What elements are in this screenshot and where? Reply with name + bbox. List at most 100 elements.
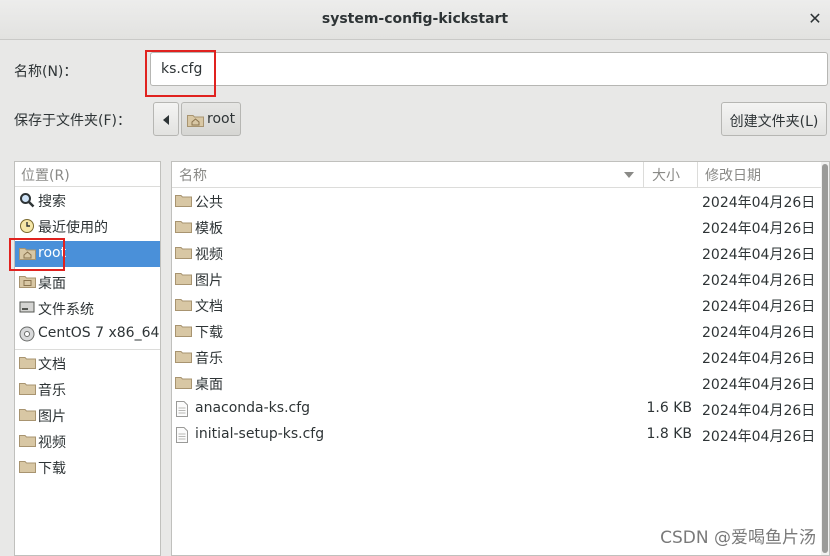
- text-file-icon: [176, 401, 188, 417]
- highlight-box-root: [9, 238, 65, 271]
- table-row[interactable]: 桌面 2024年04月26日: [172, 370, 822, 396]
- close-icon[interactable]: ✕: [806, 10, 824, 28]
- table-row[interactable]: 视频 2024年04月26日: [172, 240, 822, 266]
- chevron-left-icon: [163, 115, 169, 125]
- file-modified: 2024年04月26日: [702, 221, 816, 237]
- file-modified: 2024年04月26日: [702, 351, 816, 367]
- file-modified: 2024年04月26日: [702, 429, 816, 445]
- folder-icon: [19, 461, 36, 473]
- filename-input[interactable]: ks.cfg: [150, 52, 828, 86]
- file-modified: 2024年04月26日: [702, 273, 816, 289]
- table-row[interactable]: 公共 2024年04月26日: [172, 188, 822, 214]
- file-modified: 2024年04月26日: [702, 247, 816, 263]
- folder-icon: [19, 409, 36, 421]
- sidebar-item-search[interactable]: 搜索: [15, 187, 160, 213]
- folder-icon: [175, 351, 192, 363]
- file-list: 名称 大小 修改日期 公共 2024年04月26日 模板 2024年04月26日…: [171, 161, 830, 556]
- sidebar-item-label: 视频: [38, 435, 66, 451]
- highlight-box-filename: [145, 50, 216, 97]
- sidebar-item-label: 下载: [38, 461, 66, 477]
- file-name: 文档: [195, 299, 223, 315]
- table-row[interactable]: initial-setup-ks.cfg 1.8 KB 2024年04月26日: [172, 422, 822, 448]
- file-name: 音乐: [195, 351, 223, 367]
- file-modified: 2024年04月26日: [702, 403, 816, 419]
- path-root-label: root: [207, 111, 236, 127]
- file-modified: 2024年04月26日: [702, 299, 816, 315]
- scrollbar-thumb[interactable]: [822, 164, 828, 553]
- file-name: 桌面: [195, 377, 223, 393]
- sidebar-item-music[interactable]: 音乐: [15, 376, 160, 402]
- sidebar-item-label: 搜索: [38, 194, 66, 210]
- sidebar-item-desktop[interactable]: 桌面: [15, 269, 160, 295]
- sidebar-item-label: 文档: [38, 357, 66, 373]
- sidebar-item-label: CentOS 7 x86_64: [38, 325, 160, 341]
- sidebar-item-label: 桌面: [38, 276, 66, 292]
- sidebar-item-label: 最近使用的: [38, 220, 108, 236]
- scrollbar[interactable]: [821, 162, 829, 555]
- file-list-header: 名称 大小 修改日期: [172, 162, 822, 188]
- text-file-icon: [176, 427, 188, 443]
- file-name: 公共: [195, 195, 223, 211]
- file-name: anaconda-ks.cfg: [195, 400, 311, 416]
- folder-icon: [19, 357, 36, 369]
- sidebar-item-downloads[interactable]: 下载: [15, 454, 160, 480]
- home-folder-icon: [187, 115, 204, 127]
- sidebar-item-documents[interactable]: 文档: [15, 350, 160, 376]
- sort-descending-icon: [624, 172, 634, 178]
- column-header-modified[interactable]: 修改日期: [705, 165, 761, 185]
- table-row[interactable]: 音乐 2024年04月26日: [172, 344, 822, 370]
- table-row[interactable]: 下载 2024年04月26日: [172, 318, 822, 344]
- column-divider: [697, 162, 698, 187]
- watermark: CSDN @爱喝鱼片汤: [660, 528, 816, 548]
- path-back-button[interactable]: [153, 102, 179, 136]
- folder-icon: [175, 299, 192, 311]
- column-header-name[interactable]: 名称: [179, 165, 207, 185]
- places-sidebar: 位置(R) 搜索 最近使用的 root 桌面 文件系统 CentOS 7 x86…: [14, 161, 161, 556]
- drive-icon: [19, 301, 35, 313]
- search-icon: [20, 193, 35, 208]
- file-name: initial-setup-ks.cfg: [195, 426, 325, 442]
- sidebar-item-label: 图片: [38, 409, 66, 425]
- sidebar-item-label: 文件系统: [38, 302, 94, 318]
- table-row[interactable]: 图片 2024年04月26日: [172, 266, 822, 292]
- sidebar-item-label: 音乐: [38, 383, 66, 399]
- table-row[interactable]: 文档 2024年04月26日: [172, 292, 822, 318]
- file-modified: 2024年04月26日: [702, 195, 816, 211]
- create-folder-label: 创建文件夹(L): [729, 114, 819, 130]
- title-bar: system-config-kickstart ✕: [0, 0, 830, 40]
- file-size: 1.8 KB: [646, 426, 693, 442]
- places-header: 位置(R): [21, 168, 70, 184]
- name-label: 名称(N)：: [14, 64, 78, 80]
- folder-icon: [175, 325, 192, 337]
- disc-icon: [19, 326, 35, 342]
- sidebar-item-centos[interactable]: CentOS 7 x86_64: [15, 321, 160, 347]
- sidebar-item-pictures[interactable]: 图片: [15, 402, 160, 428]
- folder-icon: [175, 195, 192, 207]
- column-header-size[interactable]: 大小: [652, 165, 680, 185]
- file-size: 1.6 KB: [646, 400, 693, 416]
- create-folder-button[interactable]: 创建文件夹(L): [721, 102, 827, 136]
- recent-icon: [20, 219, 34, 233]
- save-in-folder-label: 保存于文件夹(F)：: [14, 113, 131, 129]
- folder-icon: [175, 221, 192, 233]
- file-name: 模板: [195, 221, 223, 237]
- file-modified: 2024年04月26日: [702, 377, 816, 393]
- column-divider: [643, 162, 644, 187]
- desktop-folder-icon: [19, 276, 36, 288]
- file-modified: 2024年04月26日: [702, 325, 816, 341]
- file-name: 视频: [195, 247, 223, 263]
- file-name: 下载: [195, 325, 223, 341]
- folder-icon: [175, 273, 192, 285]
- sidebar-item-recent[interactable]: 最近使用的: [15, 213, 160, 239]
- table-row[interactable]: anaconda-ks.cfg 1.6 KB 2024年04月26日: [172, 396, 822, 422]
- folder-icon: [175, 247, 192, 259]
- sidebar-item-filesystem[interactable]: 文件系统: [15, 295, 160, 321]
- path-root-button[interactable]: root: [181, 102, 241, 136]
- file-name: 图片: [195, 273, 223, 289]
- sidebar-item-videos[interactable]: 视频: [15, 428, 160, 454]
- folder-icon: [19, 435, 36, 447]
- folder-icon: [19, 383, 36, 395]
- table-row[interactable]: 模板 2024年04月26日: [172, 214, 822, 240]
- window-title: system-config-kickstart: [321, 11, 509, 27]
- folder-icon: [175, 377, 192, 389]
